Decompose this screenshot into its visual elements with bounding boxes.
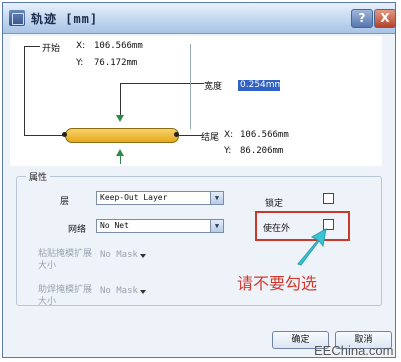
end-guide-vertical [190, 44, 191, 129]
solder-mask-label: 助焊掩模扩展大小 [38, 285, 93, 307]
track-preview: 开始 X: 106.566mm Y: 76.172mm 宽度 0.254mm 结… [10, 36, 382, 166]
track-segment [65, 128, 179, 143]
width-arrow-tail [120, 155, 121, 164]
app-icon [9, 10, 25, 26]
width-field[interactable]: 0.254mm [238, 80, 283, 91]
start-y-value: 76.172mm [94, 58, 138, 68]
close-button[interactable]: X [374, 9, 396, 28]
callout-arrow-icon [297, 228, 327, 266]
layer-select-value: Keep-Out Layer [100, 193, 168, 202]
width-label: 宽度 [204, 82, 223, 92]
start-endpoint-icon [62, 132, 67, 137]
chevron-down-icon[interactable]: ▼ [210, 220, 223, 232]
solder-mask-value: No Mask [100, 286, 138, 296]
chevron-down-icon[interactable]: ▼ [210, 192, 223, 204]
layer-label: 层 [60, 197, 70, 207]
start-leader-horizontal [24, 46, 40, 47]
end-label: 结尾 [201, 133, 220, 143]
properties-group-title: 属性 [26, 170, 51, 183]
locked-label: 锁定 [265, 199, 284, 209]
help-button[interactable]: ? [351, 9, 373, 28]
locked-checkbox[interactable] [323, 193, 334, 204]
start-label: 开始 [42, 44, 61, 54]
end-x-value: 106.566mm [240, 130, 289, 140]
start-x-value: 106.566mm [94, 41, 143, 51]
width-leader-vertical [120, 83, 121, 115]
start-x-label: X: [76, 41, 86, 51]
start-y-label: Y: [76, 58, 84, 68]
end-connector [178, 135, 202, 136]
watermark: EEChina.com [314, 343, 394, 358]
annotation-text: 请不要勾选 [237, 274, 318, 293]
dialog-title: 轨迹 [mm] [31, 12, 99, 26]
start-connector [24, 135, 67, 136]
net-select-value: No Net [100, 221, 129, 230]
title-bar[interactable]: 轨迹 [mm] ? X [3, 3, 396, 34]
paste-mask-dropdown-icon[interactable] [140, 254, 146, 258]
width-arrow-down-icon [116, 115, 124, 122]
end-y-label: Y: [224, 146, 232, 156]
end-x-label: X: [224, 130, 234, 140]
width-leader-horizontal [120, 83, 204, 84]
start-leader-vertical [24, 46, 25, 136]
paste-mask-value: No Mask [100, 250, 138, 260]
paste-mask-label: 粘贴掩模扩展大小 [38, 249, 93, 271]
solder-mask-dropdown-icon[interactable] [140, 290, 146, 294]
net-label: 网络 [68, 225, 87, 235]
end-y-value: 86.206mm [240, 146, 284, 156]
net-select[interactable]: No Net ▼ [96, 219, 224, 233]
layer-select[interactable]: Keep-Out Layer ▼ [96, 191, 224, 205]
